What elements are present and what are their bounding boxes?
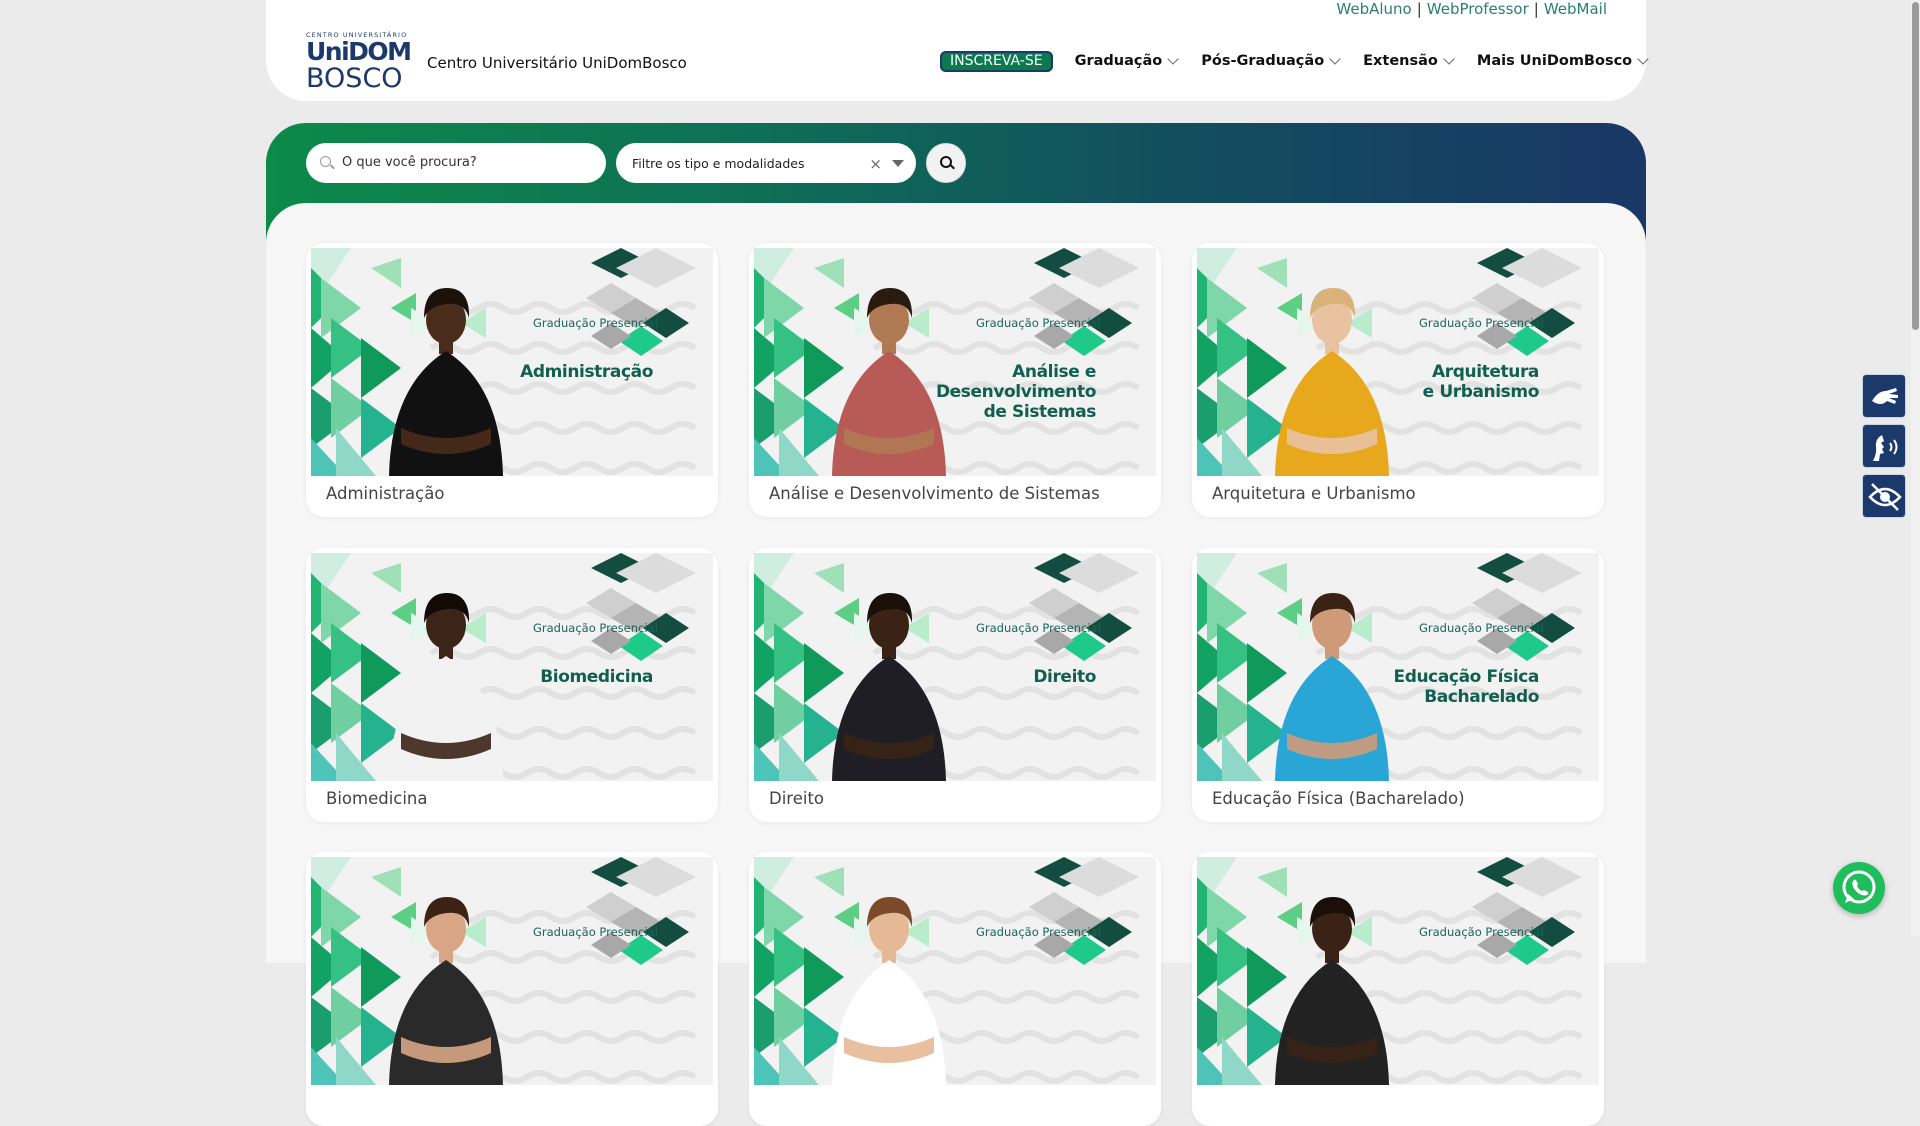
nav-pos-graduacao[interactable]: Pós-Graduação [1201,52,1341,69]
course-banner-image: Graduação Presencial Direito [754,553,1156,781]
banner-course-title: Direito [1033,667,1096,687]
voice-reader-icon[interactable] [1862,424,1906,468]
course-name[interactable]: Análise e Desenvolvimento de Sistemas [769,484,1100,503]
course-card[interactable]: Graduação Presencial Análise e Desenvolvi… [749,243,1161,517]
banner-kicker-text: Graduação Presencial [976,621,1101,635]
chevron-down-icon [1329,52,1341,65]
course-banner-image: Graduação Presencial Administração [311,248,713,476]
course-name[interactable]: Educação Física (Bacharelado) [1212,789,1465,808]
banner-kicker-text: Graduação Presencial [976,316,1101,330]
course-card[interactable]: Graduação Presencial Biomedicina Biomedici… [306,548,718,822]
search-icon [940,156,952,168]
search-placeholder: O que você procura? [342,155,477,170]
course-banner-image: Graduação Presencial Análise e Desenvolvi… [754,248,1156,476]
whatsapp-icon[interactable] [1833,862,1885,914]
course-banner-image: Graduação Presencial Educação Física Bach… [1197,553,1599,781]
banner-course-title: Arquitetura e Urbanismo [1422,362,1540,402]
nav-extensao[interactable]: Extensão [1363,52,1455,69]
course-banner-image: Graduação Presencial Arquitetura e Urbani… [1197,248,1599,476]
filter-placeholder: Filtre os tipo e modalidades [632,156,805,171]
banner-course-title: Análise e Desenvolvimento de Sistemas [935,362,1096,422]
unidombosco-logo[interactable]: CENTRO UNIVERSITÁRIO UniDOM BOSCO [306,31,412,94]
search-button[interactable] [926,143,966,183]
banner-course-title: Educação Física Bacharelado [1393,667,1539,707]
logo-line-2: BOSCO [306,63,403,94]
chevron-down-icon [1443,52,1455,65]
banner-kicker-text: Graduação Presencial [1419,621,1544,635]
banner-kicker-text: Graduação Presencial [533,621,658,635]
course-banner-image: Graduação Presencial [311,857,713,1085]
course-card[interactable]: Graduação Presencial [1192,852,1604,1126]
nav-mais-unidombosco[interactable]: Mais UniDomBosco [1476,52,1649,69]
nav-label: Extensão [1363,53,1438,69]
nav-graduacao[interactable]: Graduação [1074,52,1179,69]
link-separator: | [1416,0,1422,18]
course-card[interactable]: Graduação Presencial Administração Adminis… [306,243,718,517]
site-title: Centro Universitário UniDomBosco [427,54,687,72]
search-icon [320,156,331,167]
banner-kicker-text: Graduação Presencial [976,925,1101,939]
search-input[interactable]: O que você procura? [306,143,606,183]
course-banner-image: Graduação Presencial [1197,857,1599,1085]
webaluno-link[interactable]: WebAluno [1336,0,1411,18]
nav-label: Graduação [1074,53,1163,69]
inscreva-se-button[interactable]: INSCREVA-SE [940,50,1053,72]
nav-label: Pós-Graduação [1201,53,1325,69]
course-banner-image: Graduação Presencial Biomedicina [311,553,713,781]
course-name[interactable]: Arquitetura e Urbanismo [1212,484,1416,503]
course-banner-image: Graduação Presencial [754,857,1156,1085]
banner-course-title: Administração [520,362,653,382]
course-card[interactable]: Graduação Presencial [306,852,718,1126]
banner-kicker-text: Graduação Presencial [1419,925,1544,939]
banner-kicker-text: Graduação Presencial [1419,316,1544,330]
page-scrollbar-thumb[interactable] [1912,2,1919,330]
course-card[interactable]: Graduação Presencial Educação Física Bach… [1192,548,1604,822]
webprofessor-link[interactable]: WebProfessor [1427,0,1529,18]
course-name[interactable]: Administração [326,484,444,503]
chevron-down-icon [1167,52,1179,65]
course-card[interactable]: Graduação Presencial Arquitetura e Urbani… [1192,243,1604,517]
hide-visual-icon[interactable] [1862,474,1906,518]
dropdown-caret-icon[interactable] [892,160,904,167]
portal-links: WebAluno | WebProfessor | WebMail [1336,0,1607,18]
main-nav: INSCREVA-SE Graduação Pós-Graduação Exte… [940,50,1671,72]
banner-kicker-text: Graduação Presencial [533,925,658,939]
webmail-link[interactable]: WebMail [1544,0,1607,18]
chevron-down-icon [1637,52,1649,65]
clear-filter-icon[interactable]: × [869,143,882,185]
nav-label: Mais UniDomBosco [1476,53,1633,69]
sign-language-icon[interactable] [1862,374,1906,418]
course-card[interactable]: Graduação Presencial Direito Direito [749,548,1161,822]
link-separator: | [1533,0,1539,18]
course-name[interactable]: Biomedicina [326,789,428,808]
course-card[interactable]: Graduação Presencial [749,852,1161,1126]
banner-course-title: Biomedicina [540,667,653,687]
banner-kicker-text: Graduação Presencial [533,316,658,330]
course-name[interactable]: Direito [769,789,824,808]
type-modality-filter-select[interactable]: Filtre os tipo e modalidades × [616,143,916,183]
logo-line-1: UniDOM [306,37,412,66]
